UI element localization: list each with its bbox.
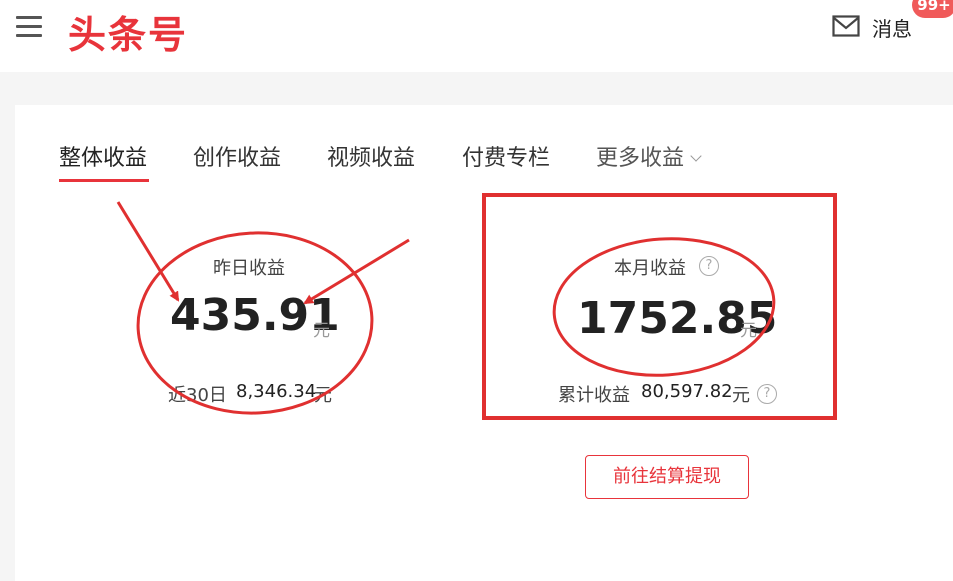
tab-more-revenue[interactable]: 更多收益 [596, 140, 702, 172]
help-icon[interactable]: ? [699, 256, 719, 276]
withdraw-button[interactable]: 前往结算提现 [585, 455, 749, 499]
recent-30-days-label: 近30日 [168, 385, 227, 406]
total-revenue-unit: 元 [732, 385, 750, 406]
yesterday-revenue-label: 昨日收益 [213, 258, 285, 279]
recent-30-days-unit: 元 [314, 385, 332, 406]
active-tab-indicator [59, 179, 149, 182]
month-revenue-unit: 元 [740, 321, 757, 341]
recent-30-days-value: 8,346.34 [236, 381, 317, 402]
tab-overall-revenue[interactable]: 整体收益 [59, 140, 147, 172]
menu-icon[interactable] [16, 16, 42, 38]
tab-paid-column[interactable]: 付费专栏 [462, 140, 550, 172]
total-revenue-label: 累计收益 [558, 385, 630, 406]
mail-icon[interactable] [832, 15, 860, 37]
revenue-card [15, 105, 953, 581]
yesterday-revenue-unit: 元 [313, 321, 330, 341]
tab-video-revenue[interactable]: 视频收益 [327, 140, 415, 172]
help-icon[interactable]: ? [757, 384, 777, 404]
tab-creation-revenue[interactable]: 创作收益 [193, 140, 281, 172]
chevron-down-icon [690, 150, 702, 162]
messages-link[interactable]: 消息 [872, 13, 912, 42]
total-revenue-value: 80,597.82 [641, 381, 733, 402]
tab-more-revenue-label: 更多收益 [596, 146, 685, 171]
logo[interactable]: 头条号 [68, 4, 188, 59]
month-revenue-label: 本月收益 [614, 258, 686, 279]
messages-badge: 99+ [912, 0, 953, 18]
